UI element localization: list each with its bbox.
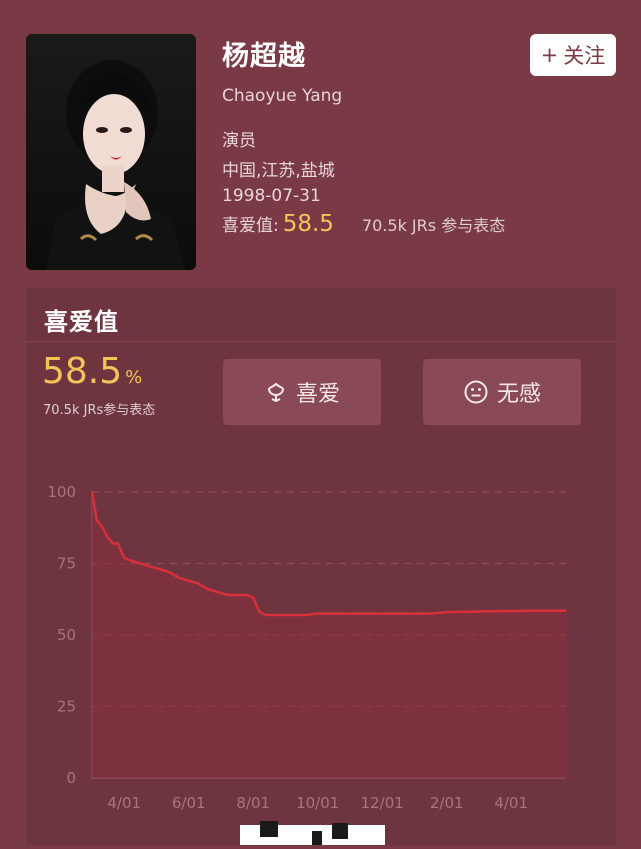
x-tick-label: 12/01 (361, 794, 404, 812)
big-rating: 58.5% (42, 351, 142, 392)
data-point (92, 499, 95, 502)
profile-header: 杨超越 Chaoyue Yang 演员 中国,江苏,盐城 1998-07-31 … (0, 0, 641, 286)
follow-button[interactable]: + 关注 (530, 34, 616, 76)
big-rating-value: 58.5 (42, 351, 123, 392)
panel-title: 喜爱值 (44, 308, 119, 336)
data-point (129, 559, 132, 562)
data-point (236, 594, 238, 596)
divider (26, 341, 616, 342)
portrait-image (26, 34, 196, 270)
meh-label: 无感 (496, 382, 541, 407)
profile-name: 杨超越 (222, 41, 306, 72)
x-tick-label: 4/01 (107, 794, 141, 812)
data-point (349, 612, 351, 615)
data-point (478, 610, 480, 613)
x-tick-label: 10/01 (296, 794, 339, 812)
data-point (252, 597, 255, 599)
rating-panel: 喜爱值 58.5% 70.5k JRs参与表态 喜爱 无感 0 25 50 75 100… (26, 288, 616, 845)
neutral-face-icon (464, 380, 488, 404)
data-point (107, 536, 109, 539)
x-tick-label: 6/01 (172, 794, 206, 812)
follow-label: 关注 (563, 44, 606, 68)
rating-participants: 70.5k JRs 参与表态 (361, 216, 506, 235)
data-point (149, 565, 151, 568)
data-point (291, 614, 293, 616)
plus-icon: + (540, 43, 559, 67)
data-point (96, 519, 98, 522)
y-tick-label: 25 (57, 698, 76, 716)
flower-icon (267, 382, 284, 403)
data-point (216, 591, 219, 593)
panel-participants: 70.5k JRs参与表态 (43, 403, 156, 418)
meh-button[interactable]: 无感 (423, 359, 581, 425)
data-point (542, 609, 545, 612)
data-point (304, 614, 306, 616)
data-point (565, 609, 567, 612)
y-tick-label: 100 (47, 483, 76, 501)
x-tick-label: 8/01 (236, 794, 270, 812)
y-tick-label: 50 (57, 626, 76, 644)
data-point (207, 588, 209, 591)
big-rating-unit: % (125, 367, 143, 388)
data-point (429, 612, 432, 615)
profile-birthday: 1998-07-31 (222, 186, 321, 206)
x-tick-label: 4/01 (494, 794, 528, 812)
data-point (510, 610, 512, 612)
data-point (245, 594, 248, 596)
y-tick-label: 75 (57, 555, 76, 573)
data-point (265, 614, 267, 616)
data-point (100, 525, 103, 528)
data-point (116, 542, 119, 545)
data-point (139, 562, 142, 565)
profile-english-name: Chaoyue Yang (222, 86, 343, 106)
data-point (413, 612, 416, 615)
data-point (91, 491, 93, 493)
data-point (278, 614, 280, 616)
data-point (445, 611, 448, 613)
data-point (226, 594, 229, 596)
data-point (381, 612, 384, 615)
rating-label: 喜爱值: (222, 216, 279, 236)
x-tick-label: 2/01 (430, 794, 464, 812)
avatar[interactable] (26, 34, 196, 270)
data-point (258, 611, 261, 613)
profile-occupation: 演员 (222, 131, 256, 151)
data-point (158, 568, 161, 571)
like-button[interactable]: 喜爱 (223, 359, 381, 425)
profile-location: 中国,江苏,盐城 (222, 161, 335, 181)
data-point (168, 571, 171, 573)
data-point (197, 582, 200, 585)
like-label: 喜爱 (295, 382, 340, 407)
rating-chart: 0 25 50 75 100 4/01 6/01 8/01 10/01 12/01 2/01 4/01 (47, 483, 567, 812)
data-point (187, 579, 190, 582)
profile-rating: 喜爱值: 58.5 70.5k JRs 参与表态 (222, 211, 505, 237)
data-point (112, 542, 114, 545)
data-point (316, 612, 319, 615)
y-tick-label: 0 (66, 769, 76, 787)
rating-value: 58.5 (282, 211, 334, 237)
series-area (92, 492, 566, 778)
image-artifact (240, 817, 385, 845)
data-point (178, 577, 180, 579)
data-point (123, 556, 126, 559)
